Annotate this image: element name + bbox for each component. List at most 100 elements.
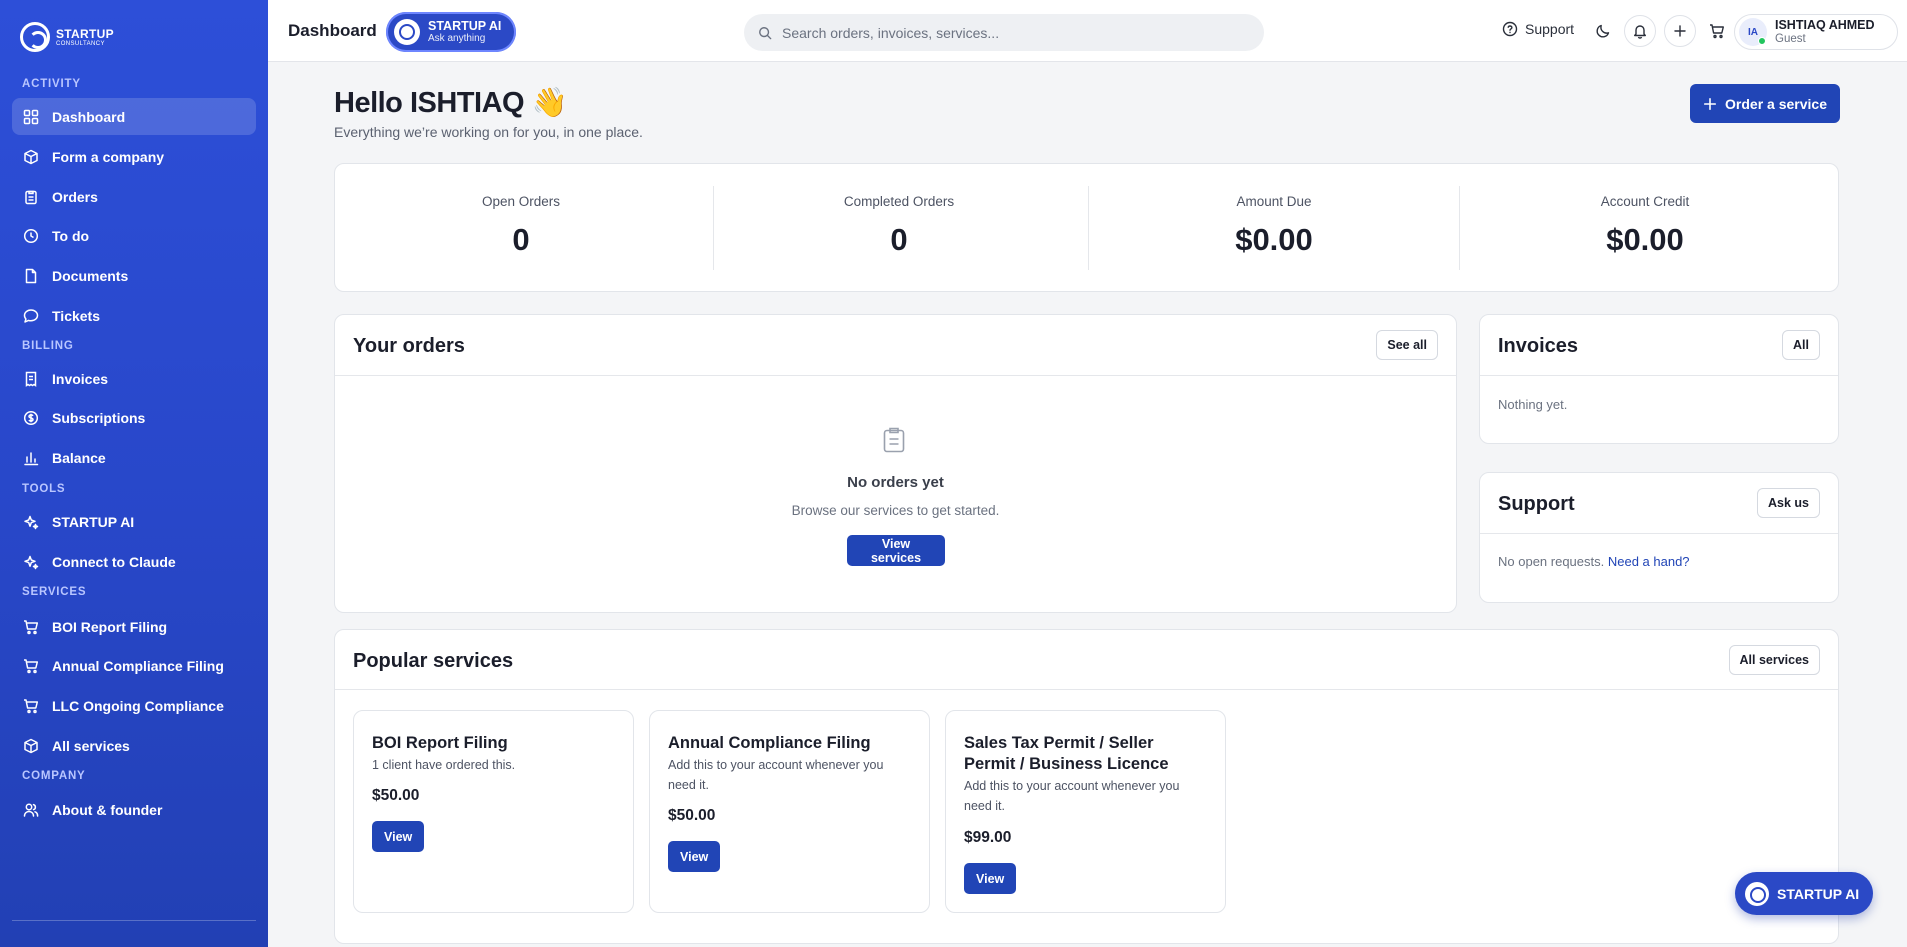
service-name: Sales Tax Permit / Seller Permit / Busin…: [964, 734, 1169, 773]
service-price: $50.00: [668, 807, 716, 824]
section-label-tools: TOOLS: [22, 483, 66, 495]
sidebar-item-annual-compliance-filing[interactable]: Annual Compliance Filing: [12, 647, 256, 684]
sidebar-item-tickets[interactable]: Tickets: [12, 297, 256, 334]
invoices-empty-text: Nothing yet.: [1498, 397, 1568, 412]
sidebar-item-label: LLC Ongoing Compliance: [52, 697, 224, 714]
sidebar-item-orders[interactable]: Orders: [12, 178, 256, 215]
support-label: Support: [1525, 21, 1575, 37]
support-title: Support: [1498, 493, 1575, 515]
sparkle-icon: [24, 555, 39, 569]
bell-icon: [1634, 25, 1646, 39]
stats-card: Open Orders 0 Completed Orders 0 Amount …: [334, 163, 1839, 292]
sidebar-item-dashboard[interactable]: Dashboard: [12, 98, 256, 135]
stat-label: Amount Due: [1236, 194, 1312, 209]
service-card-annual-compliance-filing[interactable]: Annual Compliance Filing Add this to you…: [649, 710, 930, 913]
brand-logo[interactable]: STARTUP CONSULTANCY: [20, 22, 114, 52]
sidebar-item-subscriptions[interactable]: Subscriptions: [12, 399, 256, 436]
clock-icon: [23, 228, 39, 243]
orders-card: Your orders See all No orders yet Browse…: [334, 314, 1457, 613]
search-bar[interactable]: [744, 14, 1264, 51]
sidebar-item-to-do[interactable]: To do: [12, 217, 256, 254]
sidebar-item-startup-ai[interactable]: STARTUP AI: [12, 503, 256, 540]
sidebar-item-documents[interactable]: Documents: [12, 257, 256, 294]
ai-bot-icon: [394, 19, 420, 45]
service-name: Annual Compliance Filing: [668, 734, 871, 752]
search-icon: [759, 26, 772, 39]
dark-mode-toggle[interactable]: [1587, 15, 1619, 47]
startup-ai-floating-button[interactable]: STARTUP AI: [1735, 872, 1873, 915]
cube-icon: [24, 738, 38, 753]
moon-icon: [1596, 24, 1610, 38]
users-icon: [23, 803, 39, 817]
sidebar-item-label: Annual Compliance Filing: [52, 657, 224, 674]
order-service-button[interactable]: Order a service: [1690, 84, 1840, 123]
sidebar-item-boi-report-filing[interactable]: BOI Report Filing: [12, 608, 256, 645]
service-description: Add this to your account whenever you ne…: [668, 758, 884, 792]
clipboard-icon: [883, 427, 905, 453]
search-input[interactable]: [782, 24, 1252, 41]
online-status-dot: [1758, 37, 1766, 45]
support-link[interactable]: Support: [1502, 21, 1574, 37]
service-card-boi-report-filing[interactable]: BOI Report Filing 1 client have ordered …: [353, 710, 634, 913]
avatar: IA: [1739, 18, 1767, 46]
service-card-sales-tax-permit[interactable]: Sales Tax Permit / Seller Permit / Busin…: [945, 710, 1226, 913]
ai-pill-title: STARTUP AI: [428, 18, 502, 33]
add-button[interactable]: [1664, 15, 1696, 47]
logo-mark-icon: [20, 22, 50, 52]
stat-value: 0: [512, 222, 530, 257]
view-service-button[interactable]: View: [964, 863, 1017, 894]
stat-account-credit: Account Credit $0.00: [1459, 164, 1831, 293]
sidebar-item-about-founder[interactable]: About & founder: [12, 791, 256, 828]
support-card: Support Ask us No open requests. Need a …: [1479, 472, 1839, 603]
greeting-subtitle: Everything we’re working on for you, in …: [334, 124, 643, 140]
orders-title: Your orders: [353, 335, 465, 357]
popular-services-card: Popular services All services BOI Report…: [334, 629, 1839, 944]
all-invoices-button[interactable]: All: [1782, 330, 1820, 360]
sidebar-item-label: STARTUP AI: [52, 513, 135, 530]
service-name: BOI Report Filing: [372, 734, 508, 752]
view-service-button[interactable]: View: [372, 821, 425, 852]
service-price: $99.00: [964, 829, 1012, 846]
support-status: No open requests.: [1498, 554, 1605, 569]
notifications-button[interactable]: [1624, 15, 1656, 47]
invoices-title: Invoices: [1498, 335, 1579, 357]
startup-ai-button[interactable]: STARTUP AI Ask anything: [386, 12, 516, 52]
user-menu[interactable]: IA ISHTIAQ AHMED Guest: [1734, 14, 1898, 50]
dollar-circle-icon: [23, 410, 39, 425]
see-all-orders-button[interactable]: See all: [1376, 330, 1438, 360]
bar-chart-icon: [24, 451, 39, 465]
sidebar-item-llc-ongoing-compliance[interactable]: LLC Ongoing Compliance: [12, 687, 256, 724]
sidebar: STARTUP CONSULTANCY ACTIVITY Dashboard F…: [0, 0, 268, 947]
need-a-hand-link[interactable]: Need a hand?: [1608, 554, 1690, 569]
sidebar-item-label: All services: [52, 737, 130, 754]
sidebar-item-label: Connect to Claude: [52, 553, 176, 570]
user-name: ISHTIAQ AHMED: [1775, 18, 1875, 32]
section-label-services: SERVICES: [22, 586, 87, 598]
brand-tagline: CONSULTANCY: [56, 40, 105, 47]
sidebar-item-form-a-company[interactable]: Form a company: [12, 138, 256, 175]
help-circle-icon: [1502, 21, 1518, 37]
empty-orders-subtitle: Browse our services to get started.: [791, 503, 1000, 518]
view-service-button[interactable]: View: [668, 841, 721, 872]
sidebar-item-connect-to-claude[interactable]: Connect to Claude: [12, 543, 256, 580]
sidebar-item-all-services[interactable]: All services: [12, 727, 256, 764]
page-title: Dashboard: [288, 21, 377, 40]
greeting-title: Hello ISHTIAQ 👋: [334, 87, 568, 119]
view-services-button[interactable]: View services: [847, 535, 945, 566]
sidebar-divider: [12, 920, 256, 921]
invoices-card: Invoices All Nothing yet.: [1479, 314, 1839, 444]
sidebar-item-label: BOI Report Filing: [52, 618, 168, 635]
sidebar-item-label: Documents: [52, 267, 129, 284]
stat-open-orders: Open Orders 0: [335, 164, 707, 293]
stat-label: Account Credit: [1600, 194, 1690, 209]
all-services-button[interactable]: All services: [1728, 645, 1820, 675]
cart-button[interactable]: [1701, 15, 1733, 47]
empty-orders-title: No orders yet: [847, 474, 944, 491]
sidebar-item-label: Balance: [52, 449, 106, 466]
avatar-initials: IA: [1748, 26, 1758, 38]
sidebar-item-invoices[interactable]: Invoices: [12, 360, 256, 397]
service-description: 1 client have ordered this.: [372, 758, 516, 772]
sidebar-item-balance[interactable]: Balance: [12, 439, 256, 476]
ask-us-button[interactable]: Ask us: [1757, 488, 1820, 518]
section-label-company: COMPANY: [22, 770, 86, 782]
